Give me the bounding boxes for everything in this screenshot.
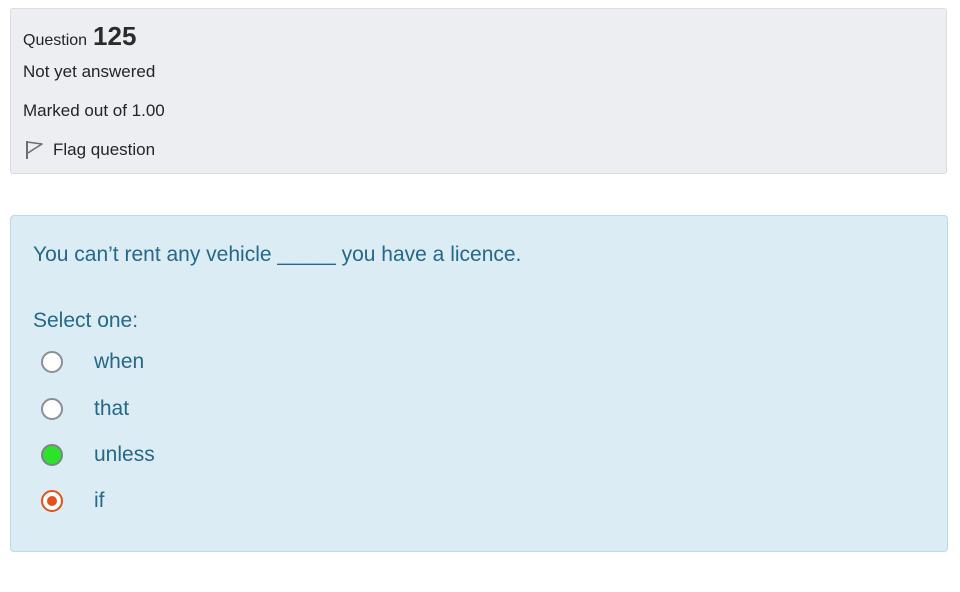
radio-dot <box>47 496 57 506</box>
question-content-panel: You can’t rent any vehicle _____ you hav… <box>10 215 948 552</box>
question-number: 125 <box>93 21 137 51</box>
option-if[interactable]: if <box>41 489 105 513</box>
marks-info: Marked out of 1.00 <box>23 101 165 120</box>
select-one-label: Select one: <box>33 309 139 332</box>
flag-icon[interactable] <box>23 139 45 161</box>
answer-status: Not yet answered <box>23 62 156 81</box>
question-prefix: Question <box>23 32 88 49</box>
question-text: You can’t rent any vehicle _____ you hav… <box>33 243 522 266</box>
flag-question-label: Flag question <box>53 140 156 159</box>
radio-button-selected[interactable] <box>41 490 63 512</box>
question-heading: Question 125 <box>23 21 934 51</box>
option-label[interactable]: when <box>94 350 144 374</box>
option-unless[interactable]: unless <box>41 443 155 467</box>
option-that[interactable]: that <box>41 397 129 421</box>
option-label[interactable]: unless <box>94 443 155 467</box>
option-label[interactable]: if <box>94 489 105 513</box>
flag-question-button[interactable]: Flag question <box>23 139 155 161</box>
option-when[interactable]: when <box>41 350 144 374</box>
option-label[interactable]: that <box>94 397 129 421</box>
radio-button-correct[interactable] <box>41 444 63 466</box>
radio-button[interactable] <box>41 351 63 373</box>
radio-button[interactable] <box>41 398 63 420</box>
question-info-panel: Question 125 Not yet answered Marked out… <box>10 8 947 174</box>
